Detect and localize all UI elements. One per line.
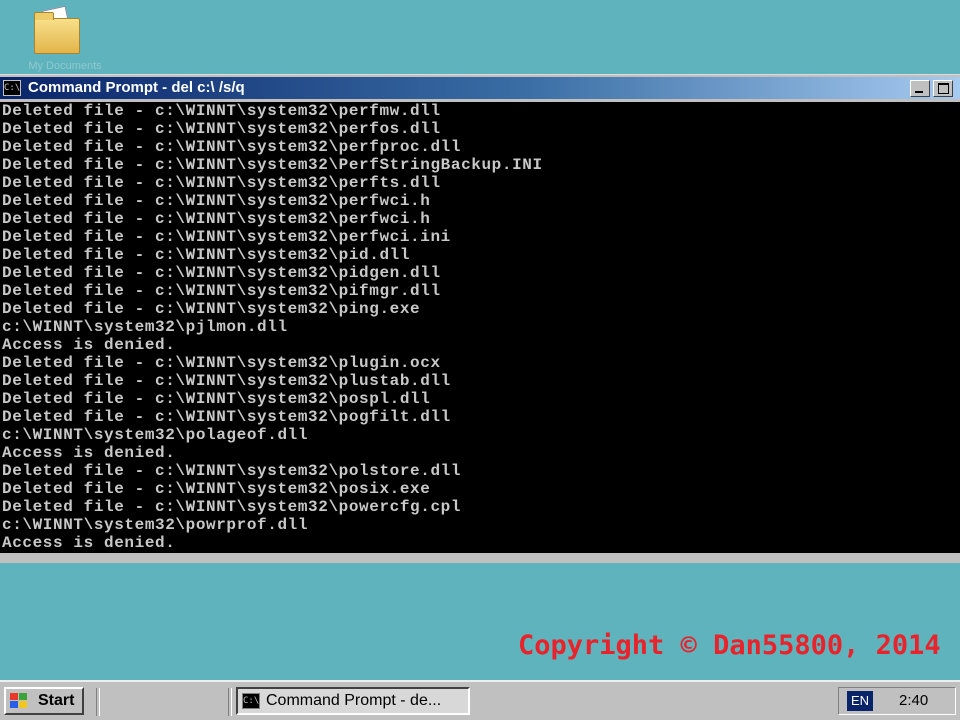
console-line: Deleted file - c:\WINNT\system32\perfts.… [2,174,441,192]
console-line: Deleted file - c:\WINNT\system32\polstor… [2,462,462,480]
taskbar-separator [228,688,232,716]
desktop: My Documents C:\ Command Prompt - del c:… [0,0,960,680]
taskbar-button-label: Command Prompt - de... [266,692,442,709]
taskbar: Start C:\ Command Prompt - de... EN 2:40 [0,680,960,720]
start-button[interactable]: Start [4,687,84,715]
console-line: Deleted file - c:\WINNT\system32\pid.dll [2,246,411,264]
copyright-watermark: Copyright © Dan55800, 2014 [518,630,941,661]
console-line: Deleted file - c:\WINNT\system32\perfwci… [2,192,431,210]
command-prompt-icon: C:\ [242,693,260,709]
console-line: Deleted file - c:\WINNT\system32\perfpro… [2,138,462,156]
console-line: Deleted file - c:\WINNT\system32\pospl.d… [2,390,431,408]
console-line: Deleted file - c:\WINNT\system32\perfwci… [2,210,431,228]
maximize-button[interactable] [933,80,953,97]
desktop-icon-label: My Documents [28,60,102,72]
console-line: Deleted file - c:\WINNT\system32\perfwci… [2,228,451,246]
my-documents-icon[interactable]: My Documents [28,5,102,72]
window-title: Command Prompt - del c:\ /s/q [28,79,245,96]
console-line: Deleted file - c:\WINNT\system32\PerfStr… [2,156,543,174]
console-line: Access is denied. [2,534,176,552]
console-line: Access is denied. [2,444,176,462]
command-prompt-icon: C:\ [3,80,21,96]
console-line: Deleted file - c:\WINNT\system32\perfos.… [2,120,441,138]
minimize-button[interactable] [910,80,930,97]
system-tray: EN 2:40 [838,687,956,715]
taskbar-separator [96,688,100,716]
console-line: c:\WINNT\system32\polageof.dll [2,426,309,444]
window-titlebar[interactable]: C:\ Command Prompt - del c:\ /s/q [0,77,960,99]
clock[interactable]: 2:40 [899,692,928,709]
console-line: Deleted file - c:\WINNT\system32\plugin.… [2,354,441,372]
taskbar-button-command-prompt[interactable]: C:\ Command Prompt - de... [236,687,470,715]
console-line: Deleted file - c:\WINNT\system32\powercf… [2,498,462,516]
minimize-icon [915,91,923,93]
console-line: Deleted file - c:\WINNT\system32\posix.e… [2,480,431,498]
console-line: c:\WINNT\system32\pjlmon.dll [2,318,288,336]
console-line: c:\WINNT\system32\powrprof.dll [2,516,309,534]
console-line: Deleted file - c:\WINNT\system32\ping.ex… [2,300,421,318]
console-line: Deleted file - c:\WINNT\system32\pifmgr.… [2,282,441,300]
language-indicator[interactable]: EN [847,691,873,711]
maximize-icon [938,83,949,94]
start-label: Start [38,692,75,709]
console-line: Deleted file - c:\WINNT\system32\pidgen.… [2,264,441,282]
console-line: Access is denied. [2,336,176,354]
console-line: Deleted file - c:\WINNT\system32\plustab… [2,372,451,390]
windows-logo-icon [10,693,28,709]
console-line: Deleted file - c:\WINNT\system32\pogfilt… [2,408,451,426]
folder-icon [34,12,80,54]
console-output[interactable]: Deleted file - c:\WINNT\system32\perfmw.… [0,102,960,553]
console-line: Deleted file - c:\WINNT\system32\perfmw.… [2,102,441,120]
command-prompt-window[interactable]: C:\ Command Prompt - del c:\ /s/q Delete… [0,74,960,563]
